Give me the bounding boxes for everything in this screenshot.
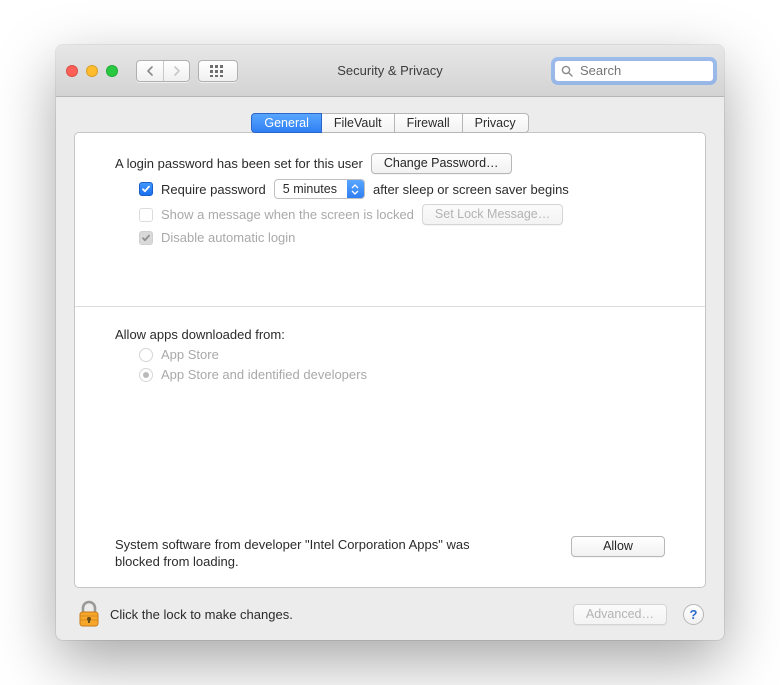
radio-identified-developers (139, 368, 153, 382)
change-password-button[interactable]: Change Password… (371, 153, 512, 174)
require-password-label: Require password (161, 182, 266, 197)
tab-filevault[interactable]: FileVault (321, 113, 395, 133)
footer: Click the lock to make changes. Advanced… (56, 588, 724, 640)
radio-app-store-label: App Store (161, 347, 219, 362)
forward-button[interactable] (163, 61, 189, 81)
preferences-window: Security & Privacy General FileVault Fir… (56, 45, 724, 640)
tab-bar: General FileVault Firewall Privacy (74, 113, 706, 133)
minimize-button[interactable] (86, 65, 98, 77)
lock-button[interactable] (76, 600, 100, 628)
chevron-up-down-icon (347, 180, 364, 198)
radio-identified-label: App Store and identified developers (161, 367, 367, 382)
content-area: General FileVault Firewall Privacy A log… (56, 97, 724, 588)
tab-general[interactable]: General (251, 113, 321, 133)
nav-back-forward (136, 60, 190, 82)
disable-auto-login-label: Disable automatic login (161, 230, 295, 245)
lock-text: Click the lock to make changes. (110, 607, 293, 622)
back-button[interactable] (137, 61, 163, 81)
general-panel: A login password has been set for this u… (74, 132, 706, 588)
search-icon (561, 65, 573, 77)
blocked-software-text: System software from developer "Intel Co… (115, 536, 495, 571)
help-icon: ? (690, 607, 698, 622)
divider (75, 306, 705, 307)
tab-firewall[interactable]: Firewall (394, 113, 463, 133)
radio-app-store (139, 348, 153, 362)
show-message-label: Show a message when the screen is locked (161, 207, 414, 222)
set-lock-message-button: Set Lock Message… (422, 204, 563, 225)
lock-icon (76, 600, 102, 630)
allow-button[interactable]: Allow (571, 536, 665, 557)
delay-value: 5 minutes (283, 182, 337, 196)
toolbar: Security & Privacy (56, 45, 724, 97)
search-field[interactable] (554, 60, 714, 82)
show-message-checkbox (139, 208, 153, 222)
tab-privacy[interactable]: Privacy (462, 113, 529, 133)
window-controls (66, 65, 118, 77)
help-button[interactable]: ? (683, 604, 704, 625)
zoom-button[interactable] (106, 65, 118, 77)
grid-icon (210, 65, 226, 77)
show-all-button[interactable] (198, 60, 238, 82)
delay-popup[interactable]: 5 minutes (274, 179, 365, 199)
close-button[interactable] (66, 65, 78, 77)
password-set-text: A login password has been set for this u… (115, 156, 363, 171)
disable-auto-login-checkbox (139, 231, 153, 245)
allow-apps-heading: Allow apps downloaded from: (115, 327, 285, 342)
after-sleep-text: after sleep or screen saver begins (373, 182, 569, 197)
advanced-button: Advanced… (573, 604, 667, 625)
require-password-checkbox[interactable] (139, 182, 153, 196)
search-input[interactable] (578, 62, 707, 79)
